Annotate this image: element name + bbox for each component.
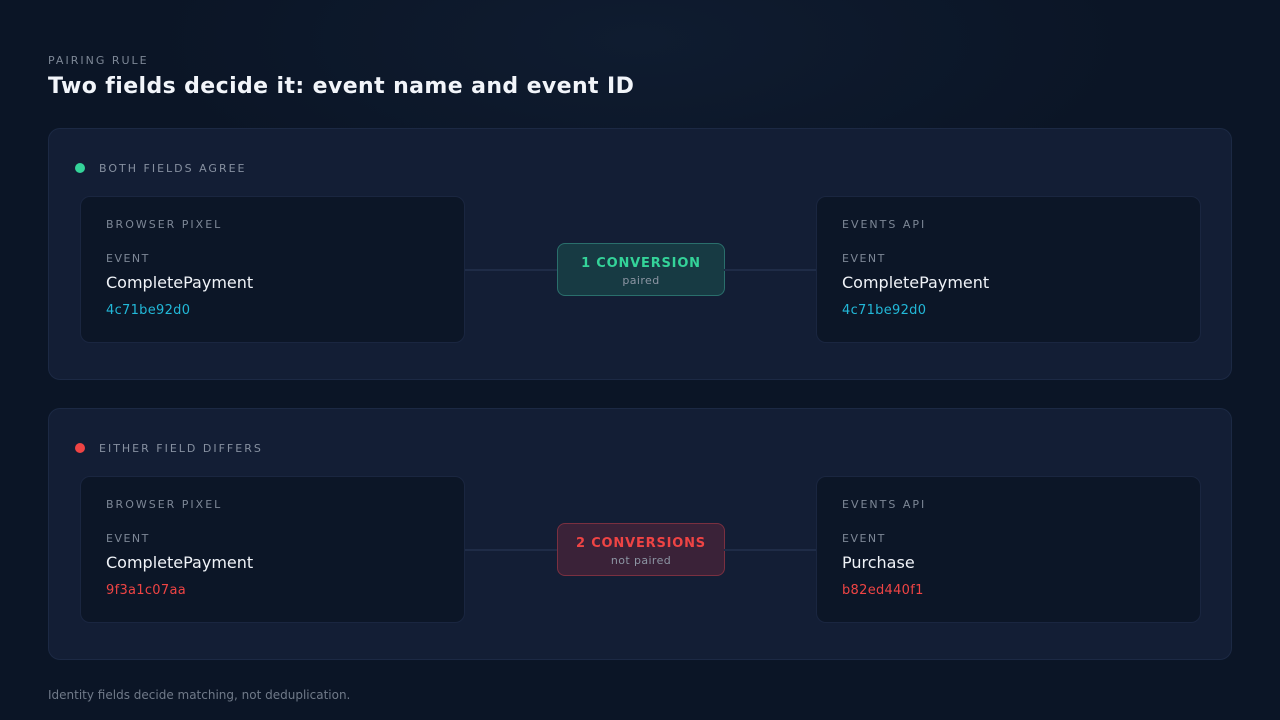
event-name: CompletePayment xyxy=(842,273,990,292)
event-name: CompletePayment xyxy=(106,553,254,572)
events-api-card: EVENTS API EVENT Purchase b82ed440f1 xyxy=(816,476,1201,623)
event-label: EVENT xyxy=(106,252,150,265)
panel-fields-differ: EITHER FIELD DIFFERS BROWSER PIXEL EVENT… xyxy=(48,408,1232,660)
browser-pixel-card: BROWSER PIXEL EVENT CompletePayment 9f3a… xyxy=(80,476,465,623)
badge-count: 1 CONVERSION xyxy=(581,256,701,271)
event-name: Purchase xyxy=(842,553,915,572)
event-id: b82ed440f1 xyxy=(842,583,924,598)
event-label: EVENT xyxy=(842,252,886,265)
diagram-page: PAIRING RULE Two fields decide it: event… xyxy=(0,0,1280,720)
connector-line-right xyxy=(724,269,816,271)
badge-status: paired xyxy=(622,274,660,287)
connector-line-left xyxy=(465,269,557,271)
footnote: Identity fields decide matching, not ded… xyxy=(48,688,351,702)
panel-label: BOTH FIELDS AGREE xyxy=(99,161,247,175)
eyebrow-label: PAIRING RULE xyxy=(48,54,149,67)
event-id: 4c71be92d0 xyxy=(842,303,927,318)
panel-header: EITHER FIELD DIFFERS xyxy=(75,441,263,455)
event-label: EVENT xyxy=(842,532,886,545)
panel-label: EITHER FIELD DIFFERS xyxy=(99,441,263,455)
connector-line-right xyxy=(724,549,816,551)
result-badge-paired: 1 CONVERSION paired xyxy=(557,243,725,296)
panel-fields-agree: BOTH FIELDS AGREE BROWSER PIXEL EVENT Co… xyxy=(48,128,1232,380)
badge-status: not paired xyxy=(610,554,672,567)
status-dot-green-icon xyxy=(75,163,85,173)
panel-header: BOTH FIELDS AGREE xyxy=(75,161,247,175)
browser-pixel-card: BROWSER PIXEL EVENT CompletePayment 4c71… xyxy=(80,196,465,343)
event-label: EVENT xyxy=(106,532,150,545)
events-api-card: EVENTS API EVENT CompletePayment 4c71be9… xyxy=(816,196,1201,343)
card-source: BROWSER PIXEL xyxy=(106,218,223,231)
event-name: CompletePayment xyxy=(106,273,254,292)
page-title: Two fields decide it: event name and eve… xyxy=(48,74,635,99)
event-id: 9f3a1c07aa xyxy=(106,583,186,598)
card-source: BROWSER PIXEL xyxy=(106,498,223,511)
badge-count: 2 CONVERSIONS xyxy=(576,536,706,551)
result-badge-not-paired: 2 CONVERSIONS not paired xyxy=(557,523,725,576)
card-source: EVENTS API xyxy=(842,498,927,511)
card-source: EVENTS API xyxy=(842,218,927,231)
status-dot-red-icon xyxy=(75,443,85,453)
event-id: 4c71be92d0 xyxy=(106,303,191,318)
connector-line-left xyxy=(465,549,557,551)
